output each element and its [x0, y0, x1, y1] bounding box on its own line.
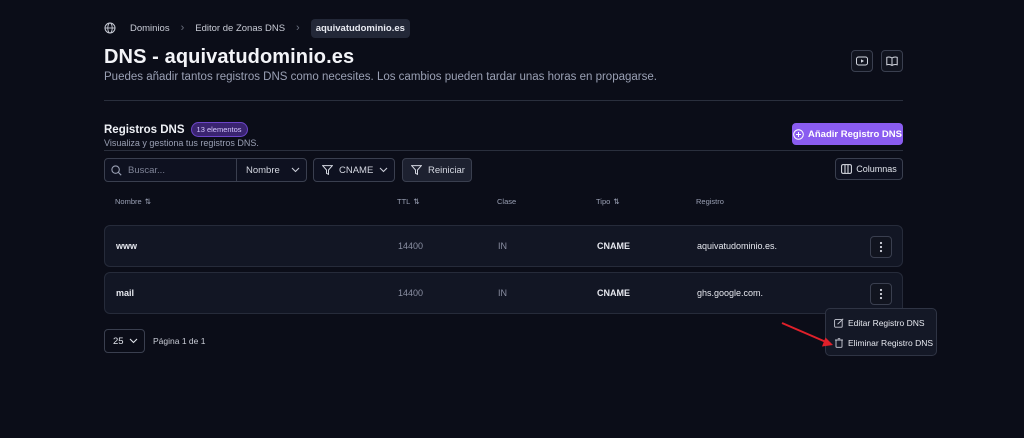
- page-subtitle: Puedes añadir tantos registros DNS como …: [104, 71, 657, 83]
- record-value: aquivatudominio.es.: [697, 241, 778, 251]
- columns-button[interactable]: Columnas: [835, 158, 903, 180]
- record-name: mail: [116, 288, 135, 298]
- column-header-record: Registro: [696, 197, 724, 206]
- chevron-right-icon: ›: [180, 22, 185, 34]
- count-badge: 13 elementos: [190, 122, 248, 137]
- globe-icon: [104, 22, 116, 34]
- section-header: Registros DNS 13 elementos: [104, 122, 248, 137]
- record-type: CNAME: [597, 288, 630, 298]
- page-size-value: 25: [113, 335, 124, 347]
- column-header-class: Clase: [497, 197, 516, 206]
- record-value: ghs.google.com.: [697, 288, 764, 298]
- column-header-ttl[interactable]: TTL ⇅: [397, 197, 420, 206]
- reset-filters-button[interactable]: Reiniciar: [402, 158, 472, 182]
- chevron-down-icon: [129, 338, 138, 344]
- page-title: DNS - aquivatudominio.es: [104, 46, 355, 68]
- add-dns-record-label: Añadir Registro DNS: [808, 128, 902, 140]
- edit-dns-record-label: Editar Registro DNS: [848, 318, 925, 328]
- search-input[interactable]: Buscar...: [105, 159, 237, 181]
- column-header-type[interactable]: Tipo ⇅: [596, 197, 620, 206]
- sort-icon: ⇅: [413, 197, 420, 206]
- page-size-select[interactable]: 25: [104, 329, 145, 353]
- column-header-label: Nombre: [115, 197, 142, 206]
- column-header-label: Tipo: [596, 197, 611, 206]
- page-indicator: Página 1 de 1: [153, 336, 206, 346]
- chevron-right-icon: ›: [296, 22, 300, 34]
- book-icon: [886, 56, 898, 66]
- search-field-value: Nombre: [246, 164, 280, 176]
- column-header-label: Registro: [696, 197, 724, 206]
- filter-icon: [322, 165, 333, 175]
- row-actions-button[interactable]: [870, 236, 892, 258]
- filter-icon: [411, 165, 422, 175]
- search-placeholder: Buscar...: [128, 164, 165, 176]
- video-tutorial-button[interactable]: [851, 50, 873, 72]
- youtube-icon: [856, 56, 868, 66]
- column-header-label: Clase: [497, 197, 517, 206]
- annotation-arrow: [781, 322, 833, 347]
- breadcrumb-current: aquivatudominio.es: [310, 18, 410, 38]
- more-vertical-icon: [879, 241, 883, 253]
- search-field-select[interactable]: Nombre: [237, 165, 306, 176]
- delete-dns-record-label: Eliminar Registro DNS: [848, 338, 934, 348]
- record-ttl: 14400: [398, 288, 424, 298]
- table-row: www 14400 IN CNAME aquivatudominio.es.: [104, 225, 903, 267]
- header-divider: [104, 100, 903, 101]
- chevron-down-icon: [291, 167, 300, 173]
- section-title: Registros DNS: [104, 123, 185, 136]
- section-divider: [104, 150, 903, 151]
- record-type: CNAME: [597, 241, 630, 251]
- breadcrumb-item-editor[interactable]: Editor de Zonas DNS: [195, 23, 285, 34]
- add-dns-record-button[interactable]: Añadir Registro DNS: [792, 123, 903, 145]
- more-vertical-icon: [879, 288, 883, 300]
- record-class: IN: [498, 288, 507, 298]
- chevron-down-icon: [379, 167, 388, 173]
- table-row: mail 14400 IN CNAME ghs.google.com.: [104, 272, 903, 314]
- column-header-label: TTL: [397, 197, 411, 206]
- record-class: IN: [498, 241, 507, 251]
- sort-icon: ⇅: [613, 197, 620, 206]
- documentation-button[interactable]: [881, 50, 903, 72]
- section-description: Visualiza y gestiona tus registros DNS.: [104, 138, 259, 148]
- type-filter-dropdown[interactable]: CNAME: [313, 158, 395, 182]
- search-icon: [111, 164, 122, 176]
- record-ttl: 14400: [398, 241, 424, 251]
- row-actions-menu: Editar Registro DNS Eliminar Registro DN…: [825, 308, 937, 356]
- row-actions-button[interactable]: [870, 283, 892, 305]
- delete-dns-record-menu-item[interactable]: Eliminar Registro DNS: [834, 338, 933, 348]
- type-filter-value: CNAME: [339, 164, 374, 176]
- search-group: Buscar... Nombre: [104, 158, 307, 182]
- sort-icon: ⇅: [144, 197, 151, 206]
- reset-label: Reiniciar: [428, 164, 465, 176]
- columns-label: Columnas: [856, 164, 897, 174]
- columns-icon: [841, 164, 853, 174]
- record-name: www: [116, 241, 138, 251]
- edit-dns-record-menu-item[interactable]: Editar Registro DNS: [834, 318, 925, 328]
- breadcrumb: Dominios › Editor de Zonas DNS › aquivat…: [104, 18, 410, 38]
- plus-circle-icon: [793, 128, 804, 140]
- column-header-name[interactable]: Nombre ⇅: [115, 197, 151, 206]
- breadcrumb-item-dominios[interactable]: Dominios: [130, 23, 170, 34]
